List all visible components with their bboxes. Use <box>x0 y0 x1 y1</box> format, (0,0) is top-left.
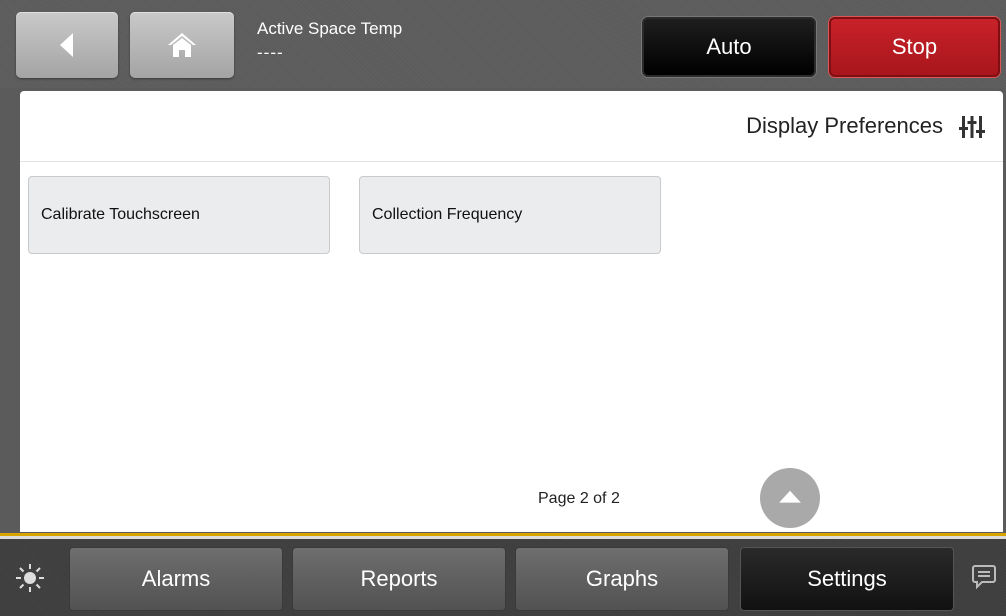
header-value: ---- <box>257 43 284 62</box>
content-panel: Display Preferences Calibrate Touchscree… <box>20 91 1003 532</box>
home-icon <box>168 33 196 57</box>
scroll-up-button[interactable] <box>760 468 820 528</box>
chevron-up-icon <box>779 490 801 503</box>
sliders-icon[interactable] <box>959 114 985 140</box>
tab-reports[interactable]: Reports <box>292 547 506 611</box>
header-title: Active Space Temp <box>257 19 403 38</box>
auto-button[interactable]: Auto <box>642 17 816 77</box>
page-indicator: Page 2 of 2 <box>538 490 620 507</box>
top-bar: Active Space Temp ---- Auto Stop <box>0 0 1006 88</box>
calibrate-touchscreen-button[interactable]: Calibrate Touchscreen <box>28 176 330 254</box>
collection-frequency-button[interactable]: Collection Frequency <box>359 176 661 254</box>
panel-header: Display Preferences <box>20 91 1003 162</box>
bottom-nav-bar: Alarms Reports Graphs Settings <box>0 539 1006 616</box>
home-button[interactable] <box>130 12 234 78</box>
tab-settings[interactable]: Settings <box>740 547 954 611</box>
brightness-icon[interactable] <box>15 563 45 593</box>
stop-button[interactable]: Stop <box>829 17 1000 77</box>
back-arrow-icon <box>60 33 73 57</box>
page-title: Display Preferences <box>746 113 943 138</box>
tab-graphs[interactable]: Graphs <box>515 547 729 611</box>
tab-alarms[interactable]: Alarms <box>69 547 283 611</box>
chat-icon[interactable] <box>972 564 996 590</box>
back-button[interactable] <box>16 12 118 78</box>
